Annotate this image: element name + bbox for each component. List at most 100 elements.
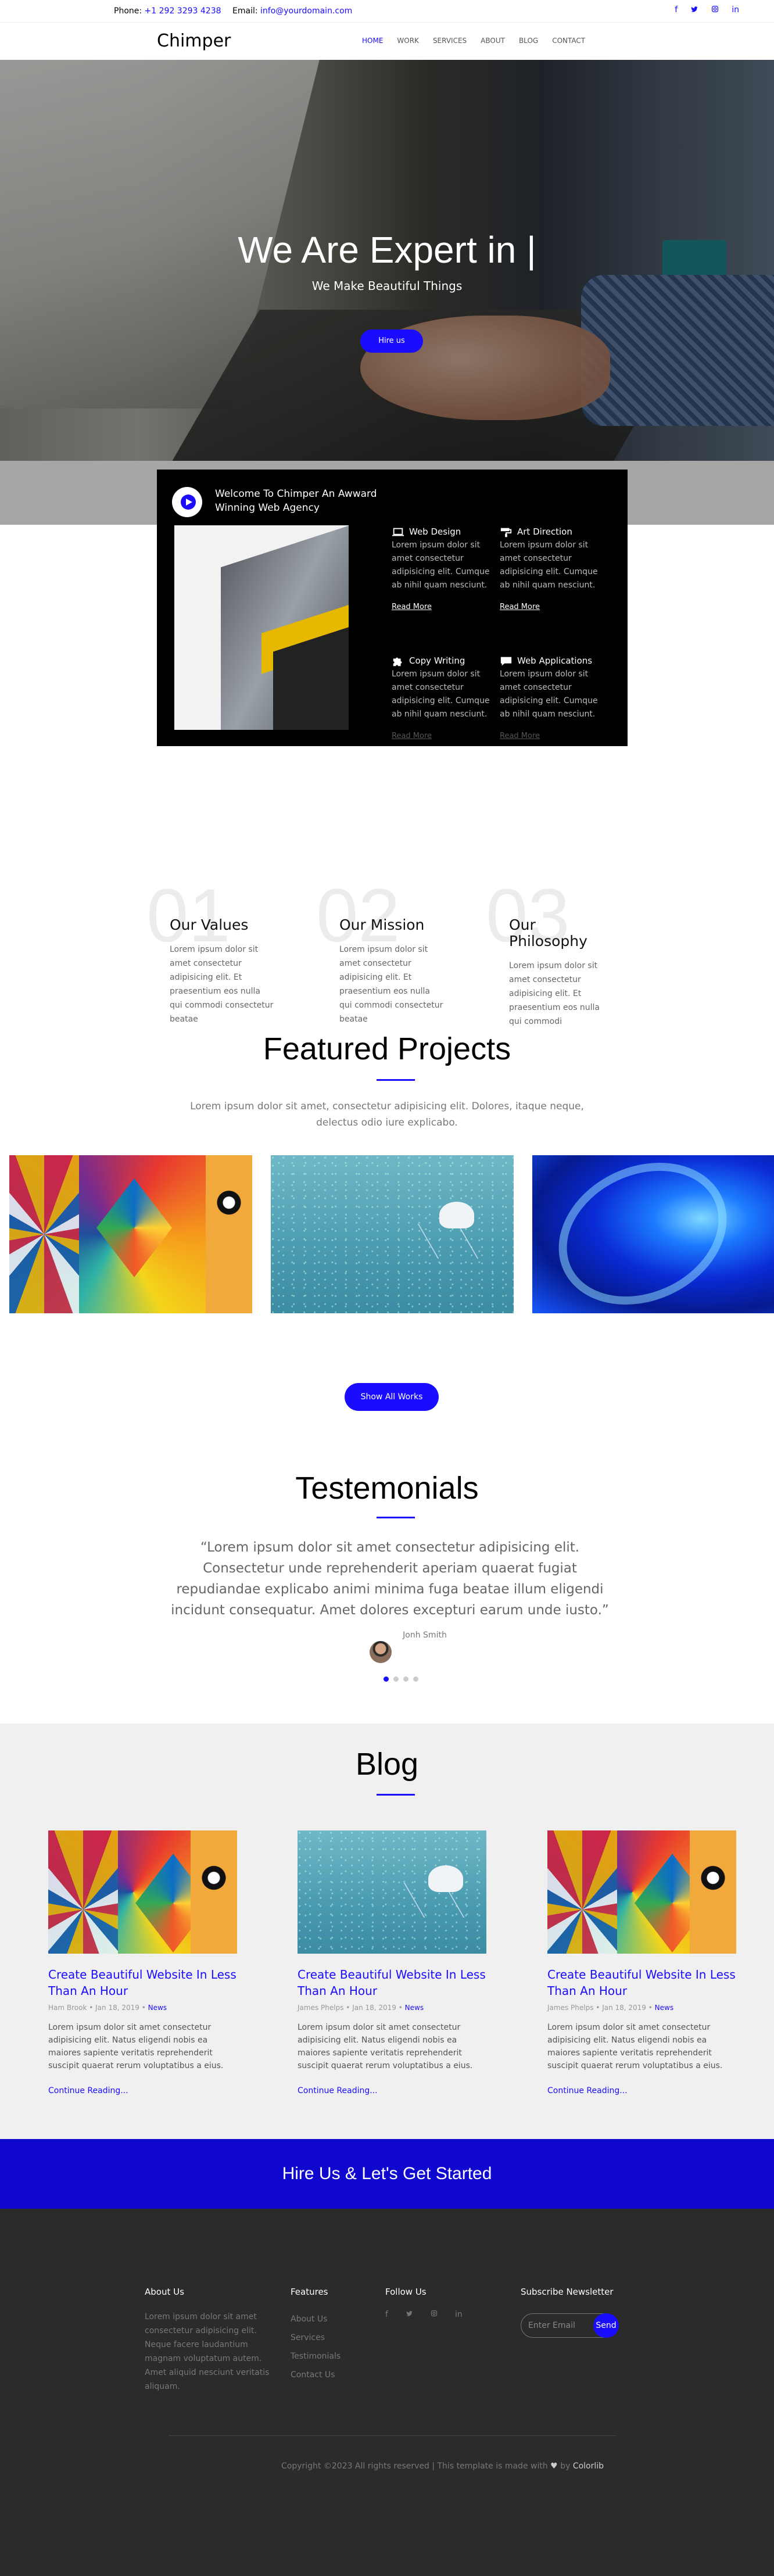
blog-tag[interactable]: News <box>148 2004 167 2012</box>
footer-heading: About Us <box>145 2287 184 2297</box>
carousel-dot[interactable] <box>403 1676 408 1682</box>
feature-title: Art Direction <box>517 526 572 537</box>
continue-reading-link[interactable]: Continue Reading... <box>298 2086 486 2095</box>
play-video-button[interactable] <box>172 487 202 517</box>
footer-heading: Follow Us <box>385 2287 427 2297</box>
carousel-dot[interactable] <box>384 1676 389 1682</box>
blog-meta: James Phelps • Jan 18, 2019 • News <box>547 2004 674 2012</box>
email-info: Email: info@yourdomain.com <box>232 6 352 16</box>
hire-us-banner[interactable]: Hire Us & Let's Get Started <box>0 2139 774 2209</box>
blog-card: Create Beautiful Website In Less Than An… <box>48 1830 237 2095</box>
blog-card: Create Beautiful Website In Less Than An… <box>547 1830 736 2095</box>
newsletter-send-button[interactable]: Send <box>593 2313 619 2338</box>
blog-post-title[interactable]: Create Beautiful Website In Less Than An… <box>298 1966 486 1999</box>
show-all-works-button[interactable]: Show All Works <box>345 1383 439 1411</box>
phone-link[interactable]: +1 292 3293 4238 <box>145 6 221 16</box>
feature-copy-writing: Copy Writing Lorem ipsum dolor sit amet … <box>392 654 496 743</box>
hero-section: We Are Expert in | We Make Beautiful Thi… <box>0 60 774 461</box>
footer-link[interactable]: Services <box>291 2328 341 2347</box>
value-text: Lorem ipsum dolor sit amet consectetur a… <box>339 945 443 1024</box>
heart-icon: ♥ <box>550 2462 558 2471</box>
blog-title: Blog <box>355 1747 419 1782</box>
read-more-link[interactable]: Read More <box>392 600 496 614</box>
continue-reading-link[interactable]: Continue Reading... <box>48 2086 237 2095</box>
blog-post-title[interactable]: Create Beautiful Website In Less Than An… <box>547 1966 736 1999</box>
continue-reading-link[interactable]: Continue Reading... <box>547 2086 736 2095</box>
blog-excerpt: Lorem ipsum dolor sit amet consectetur a… <box>48 2023 224 2070</box>
colorlib-link[interactable]: Colorlib <box>573 2462 604 2471</box>
testimonial-quote: “Lorem ipsum dolor sit amet consectetur … <box>171 1540 609 1618</box>
carousel-dot[interactable] <box>393 1676 399 1682</box>
read-more-link[interactable]: Read More <box>392 729 496 743</box>
project-image-colorful-lion[interactable] <box>9 1155 252 1313</box>
blog-image[interactable] <box>298 1830 486 1954</box>
value-title: Our Mission <box>339 916 425 933</box>
value-title: Our Values <box>170 916 249 933</box>
nav-contact[interactable]: CONTACT <box>552 37 585 45</box>
feature-text: Lorem ipsum dolor sit amet consectetur a… <box>500 669 598 719</box>
nav-services[interactable]: SERVICES <box>433 37 467 45</box>
copyright-text: Copyright ©2023 All rights reserved | Th… <box>281 2462 548 2471</box>
instagram-icon[interactable] <box>431 2310 438 2320</box>
read-more-link[interactable]: Read More <box>500 600 604 614</box>
footer-link[interactable]: Contact Us <box>291 2366 341 2384</box>
welcome-title: Welcome To Chimper An Awward Winning Web… <box>215 488 377 514</box>
paint-roller-icon <box>500 528 512 537</box>
project-image-jellyfish[interactable] <box>271 1155 514 1313</box>
footer-link[interactable]: Testimonials <box>291 2347 341 2366</box>
blog-image[interactable] <box>547 1830 736 1954</box>
nav-work[interactable]: WORK <box>397 37 419 45</box>
newsletter-email-input[interactable]: Enter Email <box>528 2321 575 2330</box>
facebook-icon[interactable]: f <box>385 2310 388 2320</box>
blog-card: Create Beautiful Website In Less Than An… <box>298 1830 486 2095</box>
instagram-icon[interactable] <box>711 5 719 16</box>
blog-tag[interactable]: News <box>655 2004 673 2012</box>
chat-bubble-icon <box>500 657 512 665</box>
read-more-link[interactable]: Read More <box>500 729 604 743</box>
value-title: Our Philosophy <box>509 916 587 950</box>
nav-blog[interactable]: BLOG <box>519 37 538 45</box>
project-image-blue-fluid[interactable] <box>532 1136 774 1331</box>
play-icon <box>186 499 192 506</box>
blog-author: James Phelps <box>547 2004 594 2012</box>
feature-text: Lorem ipsum dolor sit amet consectetur a… <box>392 669 490 719</box>
footer-about-text: Lorem ipsum dolor sit amet consectetur a… <box>145 2312 270 2391</box>
blog-date: Jan 18, 2019 <box>602 2004 646 2012</box>
footer-about: About Us Lorem ipsum dolor sit amet cons… <box>145 2287 270 2394</box>
twitter-icon[interactable] <box>690 5 698 16</box>
featured-title: Featured Projects <box>263 1031 511 1066</box>
footer-heading: Features <box>291 2287 328 2297</box>
title-underline <box>377 1794 415 1796</box>
footer-heading: Subscribe Newsletter <box>521 2287 614 2297</box>
blog-excerpt: Lorem ipsum dolor sit amet consectetur a… <box>298 2023 473 2070</box>
email-link[interactable]: info@yourdomain.com <box>260 6 352 16</box>
top-bar: Phone: +1 292 3293 4238 Email: info@your… <box>0 0 774 22</box>
blog-excerpt: Lorem ipsum dolor sit amet consectetur a… <box>547 2023 723 2070</box>
footer-divider <box>169 2435 616 2436</box>
nav-about[interactable]: ABOUT <box>481 37 505 45</box>
avatar <box>370 1641 392 1663</box>
site-logo[interactable]: Chimper <box>157 31 231 51</box>
value-number: 02 <box>316 873 400 958</box>
blog-image[interactable] <box>48 1830 237 1954</box>
footer-link[interactable]: About Us <box>291 2310 341 2328</box>
testimonial-author: Jonh Smith <box>403 1631 447 1640</box>
feature-title: Web Applications <box>517 655 593 666</box>
hire-us-button[interactable]: Hire us <box>360 329 423 353</box>
twitter-icon[interactable] <box>406 2310 413 2320</box>
facebook-icon[interactable]: f <box>675 5 678 16</box>
phone-info: Phone: +1 292 3293 4238 <box>114 6 221 16</box>
nav-home[interactable]: HOME <box>362 37 383 45</box>
linkedin-icon[interactable]: in <box>455 2310 463 2320</box>
blog-post-title[interactable]: Create Beautiful Website In Less Than An… <box>48 1966 237 1999</box>
welcome-image <box>174 525 349 730</box>
phone-label: Phone: <box>114 6 142 16</box>
laptop-icon <box>392 528 404 536</box>
carousel-dot[interactable] <box>413 1676 418 1682</box>
top-social: f in <box>675 5 739 16</box>
linkedin-icon[interactable]: in <box>732 5 739 16</box>
value-text: Lorem ipsum dolor sit amet consectetur a… <box>170 945 274 1024</box>
newsletter-form: Enter Email Send <box>521 2313 619 2338</box>
footer-newsletter: Subscribe Newsletter <box>521 2287 614 2310</box>
blog-tag[interactable]: News <box>405 2004 424 2012</box>
